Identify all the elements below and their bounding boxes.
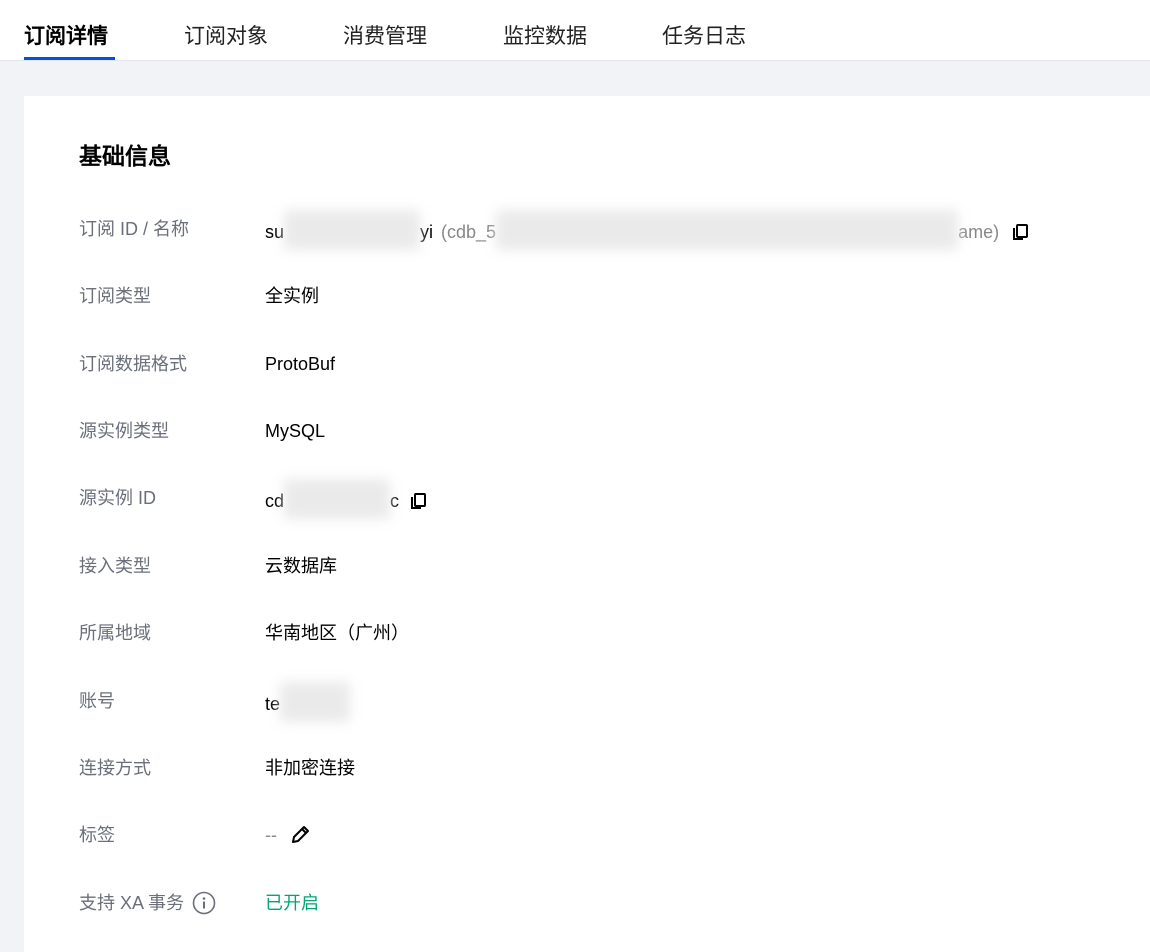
row-source-instance-type: 源实例类型 MySQL — [79, 416, 1129, 446]
label-tags: 标签 — [79, 825, 115, 845]
info-icon[interactable] — [192, 891, 216, 915]
redacted-instance-id — [284, 479, 391, 519]
value-source-instance-id: cd c — [265, 479, 427, 519]
label-subscription-id-name: 订阅 ID / 名称 — [79, 219, 190, 239]
label-connection-method: 连接方式 — [79, 758, 151, 778]
label-subscription-type: 订阅类型 — [79, 286, 151, 306]
label-source-instance-id: 源实例 ID — [79, 488, 157, 508]
value-account: te — [265, 682, 351, 722]
subscription-id-prefix: su — [265, 222, 285, 242]
value-source-instance-type: MySQL — [265, 421, 326, 441]
redacted-id — [284, 210, 421, 250]
row-xa-transaction: 支持 XA 事务 已开启 — [79, 888, 1129, 918]
subscription-id-suffix: yi — [420, 222, 434, 242]
label-data-format: 订阅数据格式 — [79, 354, 187, 374]
subscription-name-open: (cdb_5 — [441, 222, 497, 242]
row-source-instance-id: 源实例 ID cd c — [79, 479, 1129, 519]
redacted-account — [280, 682, 351, 722]
label-source-instance-type: 源实例类型 — [79, 421, 169, 441]
value-region: 华南地区（广州） — [265, 623, 409, 643]
section-title: 基础信息 — [79, 143, 171, 169]
row-connection-method: 连接方式 非加密连接 — [79, 753, 1129, 783]
row-access-type: 接入类型 云数据库 — [79, 551, 1129, 581]
subscription-name-close: ame) — [958, 222, 1000, 242]
account-prefix: te — [265, 694, 281, 714]
source-instance-id-prefix: cd — [265, 491, 285, 511]
source-instance-id-suffix: c — [390, 491, 400, 511]
row-region: 所属地域 华南地区（广州） — [79, 618, 1129, 648]
tab-subscription-objects[interactable]: 订阅对象 — [184, 20, 268, 54]
label-access-type: 接入类型 — [79, 556, 151, 576]
row-subscription-type: 订阅类型 全实例 — [79, 281, 1129, 311]
edit-icon[interactable] — [289, 824, 311, 846]
row-account: 账号 te — [79, 682, 1129, 722]
copy-icon[interactable] — [409, 492, 427, 510]
value-xa-transaction: 已开启 — [265, 893, 319, 913]
value-access-type: 云数据库 — [265, 556, 337, 576]
tab-subscription-details[interactable]: 订阅详情 — [24, 20, 108, 54]
basic-info-panel: 基础信息 订阅 ID / 名称 su yi (cdb_5 ame) 订阅类型 全… — [24, 96, 1150, 952]
active-tab-indicator — [24, 57, 115, 60]
label-account: 账号 — [79, 691, 115, 711]
label-xa-transaction-wrap: 支持 XA 事务 — [79, 888, 216, 918]
tags-empty-value: -- — [265, 825, 277, 845]
label-region: 所属地域 — [79, 623, 151, 643]
value-subscription-id-name: su yi (cdb_5 ame) — [265, 210, 1029, 250]
row-tags: 标签 -- — [79, 820, 1129, 850]
value-tags: -- — [265, 820, 311, 850]
copy-icon[interactable] — [1011, 223, 1029, 241]
tab-monitoring-data[interactable]: 监控数据 — [503, 20, 587, 54]
tab-task-logs[interactable]: 任务日志 — [662, 20, 746, 54]
tab-bar: 订阅详情 订阅对象 消费管理 监控数据 任务日志 — [0, 0, 1150, 61]
row-subscription-id-name: 订阅 ID / 名称 su yi (cdb_5 ame) — [79, 210, 1129, 250]
redacted-name — [496, 210, 959, 250]
row-data-format: 订阅数据格式 ProtoBuf — [79, 349, 1129, 379]
value-data-format: ProtoBuf — [265, 354, 336, 374]
value-connection-method: 非加密连接 — [265, 758, 355, 778]
tab-consumption-management[interactable]: 消费管理 — [343, 20, 427, 54]
value-subscription-type: 全实例 — [265, 286, 319, 306]
label-xa-transaction: 支持 XA 事务 — [79, 893, 185, 913]
